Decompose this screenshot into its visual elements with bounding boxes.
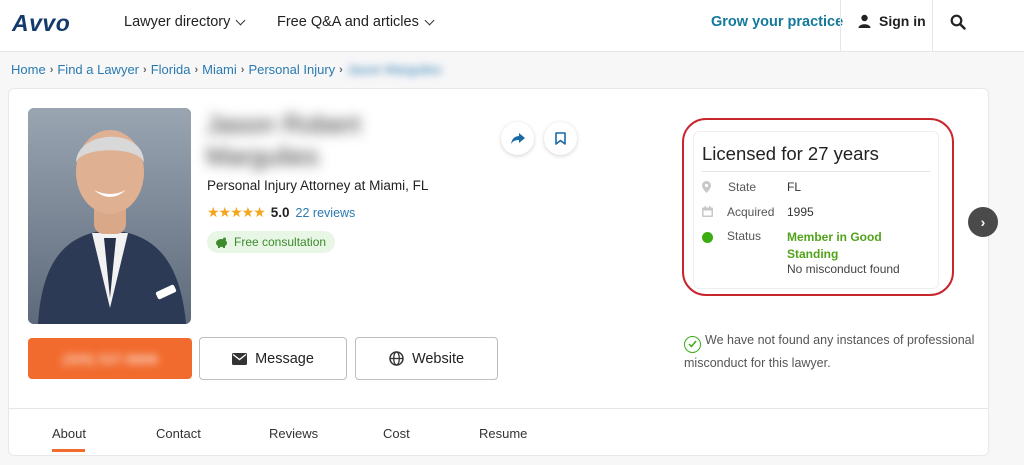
status-label: Status — [727, 229, 762, 243]
acquired-value: 1995 — [787, 205, 814, 219]
breadcrumb-home[interactable]: Home — [11, 62, 46, 77]
user-icon — [858, 14, 871, 28]
breadcrumb-separator: › — [240, 63, 245, 76]
misconduct-notice: We have not found any instances of profe… — [684, 330, 984, 373]
state-value: FL — [787, 180, 802, 194]
save-bookmark-button[interactable] — [544, 122, 577, 155]
rating-row: ★★★★★ 5.0 22 reviews — [207, 204, 355, 221]
status-dot-icon — [702, 232, 713, 243]
location-pin-icon — [702, 180, 727, 193]
nav-free-qa-label: Free Q&A and articles — [277, 14, 419, 30]
active-tab-indicator — [52, 449, 85, 452]
tabs-divider — [9, 408, 988, 409]
breadcrumb-separator: › — [339, 63, 343, 76]
free-consultation-badge: Free consultation — [207, 231, 336, 253]
breadcrumb-separator: › — [143, 63, 147, 76]
rating-score: 5.0 — [270, 205, 290, 220]
chevron-right-icon: › — [980, 214, 986, 230]
header-divider — [932, 0, 933, 52]
nav-lawyer-directory-label: Lawyer directory — [124, 14, 231, 30]
misconduct-status: No misconduct found — [787, 262, 900, 276]
license-state-row: State FL — [702, 180, 801, 194]
breadcrumb-personal-injury[interactable]: Personal Injury — [248, 62, 335, 77]
license-divider — [702, 171, 930, 172]
breadcrumb-miami[interactable]: Miami — [202, 62, 237, 77]
breadcrumb: Home › Find a Lawyer › Florida › Miami ›… — [11, 62, 442, 77]
misconduct-notice-text: We have not found any instances of profe… — [684, 333, 975, 370]
top-header: Avvo Lawyer directory Free Q&A and artic… — [0, 0, 1024, 52]
share-icon — [510, 132, 525, 144]
lawyer-title: Personal Injury Attorney at Miami, FL — [207, 178, 429, 193]
piggy-bank-icon — [216, 237, 227, 248]
tab-contact[interactable]: Contact — [156, 426, 201, 441]
check-circle-icon — [684, 335, 701, 353]
license-acquired-row: Acquired 1995 — [702, 205, 814, 219]
lawyer-photo — [28, 108, 191, 324]
reviews-link[interactable]: 22 reviews — [296, 206, 356, 220]
chevron-down-icon — [235, 15, 246, 25]
star-rating-icon: ★★★★★ — [207, 204, 266, 220]
header-divider — [840, 0, 841, 52]
calendar-icon — [702, 205, 727, 217]
sign-in-button[interactable]: Sign in — [858, 13, 926, 29]
call-button[interactable]: (305) 537-8888 — [28, 338, 192, 379]
tab-reviews[interactable]: Reviews — [269, 426, 318, 441]
search-button[interactable] — [950, 14, 966, 35]
license-title: Licensed for 27 years — [702, 143, 879, 164]
sign-in-label: Sign in — [879, 13, 926, 29]
search-icon — [950, 14, 966, 30]
breadcrumb-separator: › — [194, 63, 199, 76]
acquired-label: Acquired — [727, 205, 775, 219]
globe-icon — [389, 351, 404, 366]
avvo-logo[interactable]: Avvo — [12, 10, 70, 37]
tab-about[interactable]: About — [52, 426, 86, 441]
breadcrumb-lawyer-name: Jason Margulies — [346, 62, 442, 77]
nav-free-qa[interactable]: Free Q&A and articles — [277, 14, 435, 30]
grow-your-practice-link[interactable]: Grow your practice — [711, 14, 843, 30]
phone-number: (305) 537-8888 — [62, 350, 158, 367]
free-consultation-label: Free consultation — [234, 235, 327, 249]
website-label: Website — [411, 350, 465, 367]
bookmark-icon — [555, 132, 566, 145]
breadcrumb-florida[interactable]: Florida — [151, 62, 191, 77]
status-value: Member in Good Standing — [787, 230, 882, 261]
tab-resume[interactable]: Resume — [479, 426, 527, 441]
next-arrow-button[interactable]: › — [968, 207, 998, 237]
chevron-down-icon — [424, 15, 435, 25]
breadcrumb-separator: › — [49, 63, 54, 76]
envelope-icon — [232, 352, 248, 365]
nav-lawyer-directory[interactable]: Lawyer directory — [124, 14, 246, 30]
breadcrumb-find-lawyer[interactable]: Find a Lawyer — [57, 62, 139, 77]
message-label: Message — [255, 350, 314, 367]
message-button[interactable]: Message — [199, 337, 347, 380]
state-label: State — [728, 180, 757, 194]
tab-cost[interactable]: Cost — [383, 426, 410, 441]
website-button[interactable]: Website — [355, 337, 498, 380]
share-button[interactable] — [501, 122, 534, 155]
lawyer-name: Jason Robert Margulies — [206, 109, 361, 171]
license-status-row: Status Member in Good Standing — [702, 229, 887, 263]
